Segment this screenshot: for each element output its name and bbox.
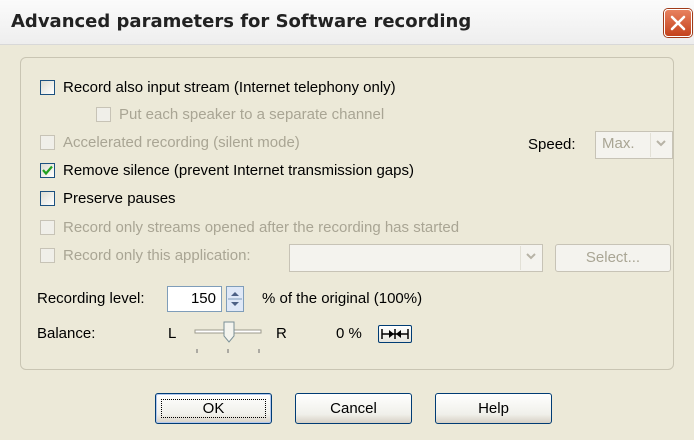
recording-level-spinner[interactable] (226, 286, 244, 312)
streams-after-start-option: Record only streams opened after the rec… (40, 217, 580, 239)
separate-channel-label: Put each speaker to a separate channel (119, 106, 385, 123)
remove-silence-label: Remove silence (prevent Internet transmi… (63, 162, 414, 179)
balance-label: Balance: (37, 325, 96, 342)
help-button[interactable]: Help (435, 393, 552, 424)
record-input-stream-option[interactable]: Record also input stream (Internet telep… (40, 77, 540, 99)
checkmark-icon (42, 165, 53, 176)
speed-value: Max. (602, 135, 635, 152)
window-title: Advanced parameters for Software recordi… (11, 11, 472, 32)
this-application-option: Record only this application: (40, 245, 290, 267)
speed-dropdown-arrow (650, 133, 671, 157)
center-balance-button[interactable] (378, 325, 412, 343)
cancel-label: Cancel (330, 400, 377, 417)
chevron-down-icon (656, 140, 666, 147)
balance-slider[interactable] (193, 318, 265, 358)
ok-button[interactable]: OK (155, 393, 272, 424)
application-dropdown-arrow (520, 246, 541, 270)
speed-select: Max. (595, 131, 673, 159)
balance-value: 0 % (336, 325, 362, 342)
this-application-checkbox (40, 248, 55, 263)
recording-level-input[interactable]: 150 (167, 286, 222, 312)
streams-after-start-label: Record only streams opened after the rec… (63, 219, 460, 236)
help-label: Help (478, 400, 509, 417)
title-bar: Advanced parameters for Software recordi… (0, 0, 694, 45)
preserve-pauses-label: Preserve pauses (63, 190, 176, 207)
this-application-label: Record only this application: (63, 247, 251, 264)
recording-level-suffix: % of the original (100%) (262, 290, 423, 307)
recording-level-label: Recording level: (37, 290, 145, 307)
preserve-pauses-option[interactable]: Preserve pauses (40, 188, 340, 210)
remove-silence-option[interactable]: Remove silence (prevent Internet transmi… (40, 160, 540, 182)
chevron-down-icon (526, 253, 536, 260)
select-application-button: Select... (555, 244, 671, 272)
close-button[interactable] (664, 9, 692, 37)
application-select (289, 244, 543, 272)
close-icon (670, 15, 686, 31)
record-input-stream-checkbox[interactable] (40, 80, 55, 95)
accelerated-recording-label: Accelerated recording (silent mode) (63, 134, 300, 151)
accelerated-recording-checkbox (40, 135, 55, 150)
remove-silence-checkbox[interactable] (40, 163, 55, 178)
center-arrows-icon (381, 329, 409, 339)
separate-channel-option: Put each speaker to a separate channel (96, 104, 496, 126)
record-input-stream-label: Record also input stream (Internet telep… (63, 79, 396, 96)
spin-arrows-icon (228, 292, 242, 306)
separate-channel-checkbox (96, 107, 111, 122)
slider-thumb[interactable] (223, 321, 235, 343)
streams-after-start-checkbox (40, 220, 55, 235)
accelerated-recording-option: Accelerated recording (silent mode) (40, 132, 440, 154)
preserve-pauses-checkbox[interactable] (40, 191, 55, 206)
balance-left-label: L (168, 325, 177, 342)
speed-label: Speed: (528, 136, 576, 153)
cancel-button[interactable]: Cancel (295, 393, 412, 424)
balance-right-label: R (276, 325, 287, 342)
focus-ring (161, 399, 266, 418)
